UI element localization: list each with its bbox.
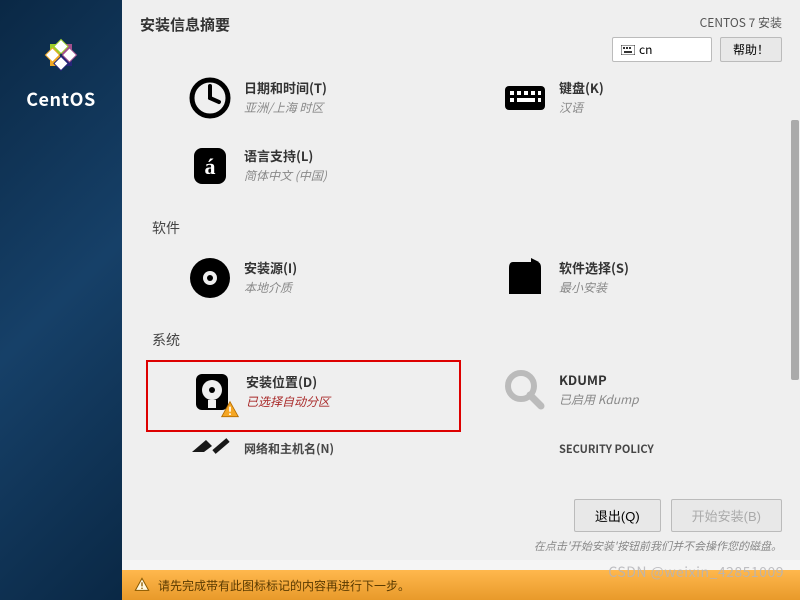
scrollbar[interactable] [790, 120, 800, 498]
spoke-software-selection[interactable]: 软件选择(S) 最小安装 [461, 248, 776, 316]
section-software-label: 软件 [152, 218, 776, 238]
item-title: 安装位置(D) [246, 372, 330, 391]
svg-text:á: á [205, 154, 216, 179]
header: 安装信息摘要 CENTOS 7 安装 cn 帮助！ [122, 0, 800, 68]
spoke-install-source[interactable]: 安装源(I) 本地介质 [146, 248, 461, 316]
item-title: SECURITY POLICY [559, 441, 654, 457]
language-icon: á [186, 142, 234, 190]
network-icon [186, 438, 234, 456]
item-title: 软件选择(S) [559, 258, 629, 277]
begin-install-button[interactable]: 开始安装(B) [671, 499, 782, 532]
spoke-install-destination[interactable]: 安装位置(D) 已选择自动分区 [146, 360, 461, 432]
item-title: 网络和主机名(N) [244, 440, 334, 457]
item-title: 键盘(K) [559, 78, 604, 97]
footer: 退出(Q) 开始安装(B) 在点击'开始安装'按钮前我们并不会操作您的磁盘。 [244, 489, 800, 560]
item-status: 已选择自动分区 [246, 393, 330, 410]
keyboard-mini-icon [621, 45, 635, 55]
main-panel: 安装信息摘要 CENTOS 7 安装 cn 帮助！ 日期和时间(T) 亚洲/上海 [122, 0, 800, 560]
warning-icon [134, 577, 150, 593]
footer-hint: 在点击'开始安装'按钮前我们并不会操作您的磁盘。 [244, 536, 800, 560]
item-status: 最小安装 [559, 279, 629, 296]
kdump-icon [501, 366, 549, 414]
section-system-label: 系统 [152, 330, 776, 350]
page-title: 安装信息摘要 [140, 14, 230, 35]
disc-icon [186, 254, 234, 302]
item-title: 日期和时间(T) [244, 78, 327, 97]
disk-icon [188, 368, 236, 416]
item-title: 语言支持(L) [244, 146, 327, 165]
spoke-language[interactable]: á 语言支持(L) 简体中文 (中国) [146, 136, 461, 204]
keyboard-layout-label: cn [639, 41, 652, 58]
spoke-keyboard[interactable]: 键盘(K) 汉语 [461, 68, 776, 136]
sidebar: CentOS [0, 0, 122, 600]
installer-name: CENTOS 7 安装 [612, 14, 782, 31]
keyboard-indicator[interactable]: cn [612, 37, 712, 62]
quit-button[interactable]: 退出(Q) [574, 499, 661, 532]
keyboard-icon [501, 74, 549, 122]
item-status: 汉语 [559, 99, 604, 116]
spoke-datetime[interactable]: 日期和时间(T) 亚洲/上海 时区 [146, 68, 461, 136]
spoke-security-partial[interactable]: SECURITY POLICY [461, 432, 776, 457]
clock-icon [186, 74, 234, 122]
spoke-kdump[interactable]: KDUMP 已启用 Kdump [461, 360, 776, 432]
centos-logo-icon [36, 30, 86, 80]
item-status: 已启用 Kdump [559, 391, 639, 408]
item-status: 亚洲/上海 时区 [244, 99, 327, 116]
package-icon [501, 254, 549, 302]
warning-text: 请先完成带有此图标标记的内容再进行下一步。 [158, 577, 410, 594]
warning-badge-icon [220, 400, 240, 420]
help-button[interactable]: 帮助！ [720, 37, 782, 62]
warning-bar: 请先完成带有此图标标记的内容再进行下一步。 [122, 570, 800, 600]
item-title: 安装源(I) [244, 258, 297, 277]
spoke-network-partial[interactable]: 网络和主机名(N) [146, 432, 461, 457]
brand-text: CentOS [26, 86, 95, 112]
item-status: 简体中文 (中国) [244, 167, 327, 184]
item-status: 本地介质 [244, 279, 297, 296]
content-area: 日期和时间(T) 亚洲/上海 时区 键盘(K) 汉语 á 语言支持(L) [122, 68, 800, 498]
item-title: KDUMP [559, 370, 639, 389]
